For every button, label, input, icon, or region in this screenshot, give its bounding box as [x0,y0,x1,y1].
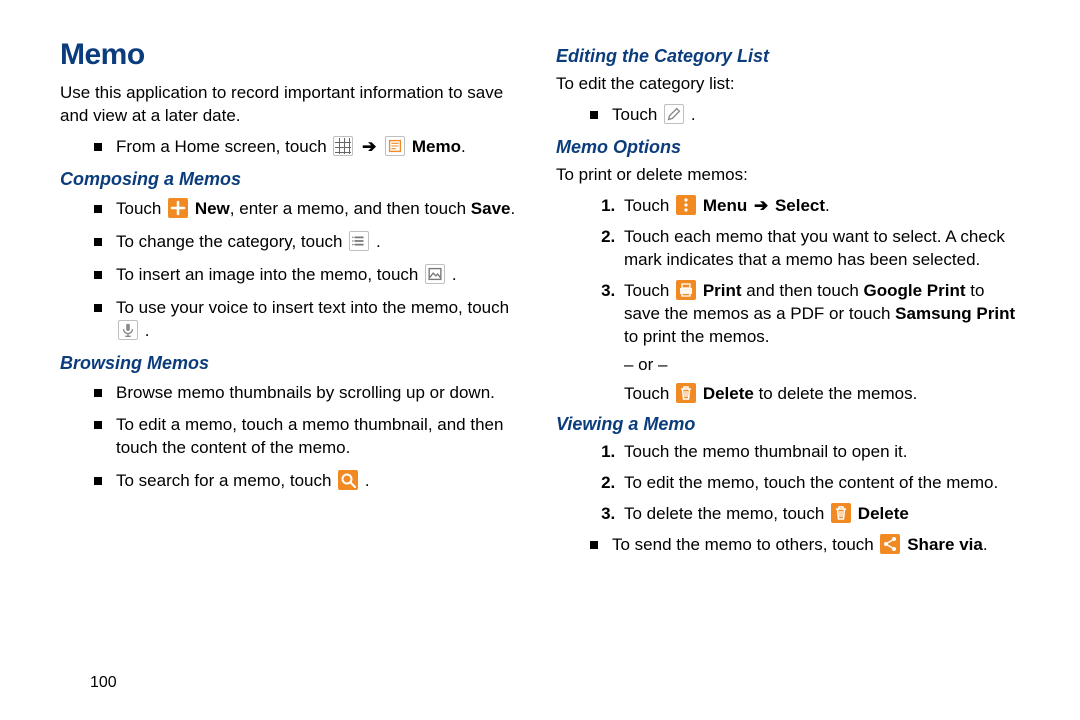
text: To delete the memo, touch [624,504,829,523]
memo-app-icon [385,136,405,156]
menu-dots-icon [676,195,696,215]
print-icon [676,280,696,300]
share-via-label: Share via [907,535,983,554]
arrow-icon: ➔ [362,137,376,156]
section-edit-category: Editing the Category List [556,46,1020,67]
period: . [825,196,830,215]
viewing-step-open: Touch the memo thumbnail to open it. [620,441,1020,464]
period: . [376,232,381,251]
print-label: Print [703,281,742,300]
text: To insert an image into the memo, touch [116,265,423,284]
section-browsing: Browsing Memos [60,353,524,374]
text: Touch [116,199,166,218]
period: . [452,265,457,284]
pencil-icon [664,104,684,124]
memo-label: Memo [412,137,461,156]
edit-category-item: Touch . [590,104,1020,127]
options-step-menu: Touch Menu ➔ Select. [620,195,1020,218]
text: Touch [624,196,674,215]
image-icon [425,264,445,284]
text: Touch [612,105,662,124]
page-number: 100 [90,674,117,692]
microphone-icon [118,320,138,340]
period: . [691,105,696,124]
delete-label: Delete [858,504,909,523]
text: , enter a memo, and then touch [230,199,471,218]
browsing-item-search: To search for a memo, touch . [94,470,524,493]
search-icon [338,470,358,490]
right-column: Editing the Category List To edit the ca… [556,38,1020,567]
text: From a Home screen, touch [116,137,331,156]
period: . [510,199,515,218]
text: To search for a memo, touch [116,471,336,490]
manual-page: Memo Use this application to record impo… [0,0,1080,720]
period: . [365,471,370,490]
edit-category-intro: To edit the category list: [556,73,1020,96]
select-label: Select [775,196,825,215]
viewing-item-share: To send the memo to others, touch Share … [590,534,1020,557]
google-print-label: Google Print [864,281,966,300]
composing-item-image: To insert an image into the memo, touch … [94,264,524,287]
share-icon [880,534,900,554]
composing-item-category: To change the category, touch . [94,231,524,254]
section-viewing: Viewing a Memo [556,414,1020,435]
browsing-item-scroll: Browse memo thumbnails by scrolling up o… [94,382,524,405]
home-screen-step: From a Home screen, touch ➔ Memo. [94,136,524,159]
apps-grid-icon [333,136,353,156]
period: . [461,137,466,156]
or-separator: – or – [624,354,1020,377]
left-column: Memo Use this application to record impo… [60,38,524,567]
composing-item-new: Touch New, enter a memo, and then touch … [94,198,524,221]
new-label: New [195,199,230,218]
text: To send the memo to others, touch [612,535,878,554]
memo-options-intro: To print or delete memos: [556,164,1020,187]
menu-label: Menu [703,196,747,215]
page-title: Memo [60,38,524,72]
text: to delete the memos. [754,384,917,403]
save-label: Save [471,199,511,218]
text: To change the category, touch [116,232,347,251]
browsing-item-edit: To edit a memo, touch a memo thumbnail, … [94,414,524,460]
options-delete-alt: Touch Delete to delete the memos. [624,383,1020,406]
text: and then touch [742,281,864,300]
samsung-print-label: Samsung Print [895,304,1015,323]
viewing-step-delete: To delete the memo, touch Delete [620,503,1020,526]
options-step-print: Touch Print and then touch Google Print … [620,280,1020,407]
intro-text: Use this application to record important… [60,82,524,128]
delete-label: Delete [703,384,754,403]
trash-icon [831,503,851,523]
text: to print the memos. [624,327,770,346]
arrow-icon: ➔ [754,196,768,215]
text: Touch [624,281,674,300]
section-memo-options: Memo Options [556,137,1020,158]
section-composing: Composing a Memos [60,169,524,190]
period: . [145,321,150,340]
plus-icon [168,198,188,218]
list-icon [349,231,369,251]
options-step-select: Touch each memo that you want to select.… [620,226,1020,272]
trash-icon [676,383,696,403]
period: . [983,535,988,554]
viewing-step-edit: To edit the memo, touch the content of t… [620,472,1020,495]
text: To use your voice to insert text into th… [116,298,509,317]
text: Touch [624,384,674,403]
composing-item-voice: To use your voice to insert text into th… [94,297,524,343]
